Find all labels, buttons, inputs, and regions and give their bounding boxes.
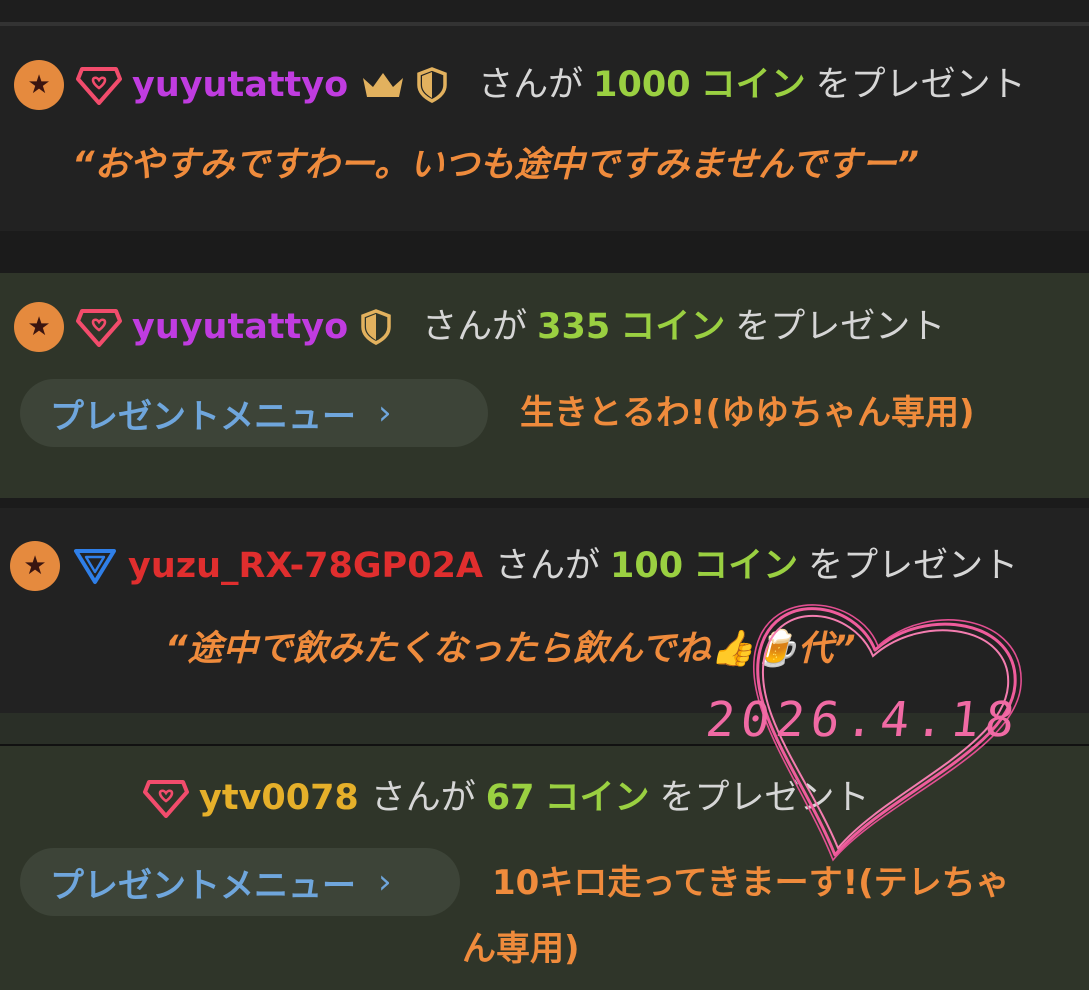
present-menu-label: プレゼントメニュー <box>50 396 356 437</box>
coin-unit: コイン <box>620 307 726 347</box>
previous-item-strip <box>0 0 1089 22</box>
coin-amount: 67 <box>485 778 535 818</box>
divider <box>0 498 1089 508</box>
heart-gem-icon <box>143 780 189 818</box>
gift-text-before: さんが <box>478 65 584 105</box>
coin-unit: コイン <box>544 778 650 818</box>
star-badge-icon: ★ <box>14 302 64 352</box>
present-menu-item-line2: ん専用) <box>462 929 580 969</box>
present-menu-label: プレゼントメニュー <box>50 865 356 906</box>
heart-gem-icon <box>76 309 122 347</box>
username[interactable]: yuyutattyo <box>132 307 348 347</box>
gift-text-before: さんが <box>495 546 601 586</box>
chevron-right-icon: › <box>378 862 392 902</box>
gift-message: “おやすみですわー。いつも途中ですみませんですー” <box>72 145 919 185</box>
gift-text-after: をプレゼント <box>735 307 946 347</box>
divider <box>0 231 1089 273</box>
present-menu-button[interactable]: プレゼントメニュー › <box>20 379 488 447</box>
gift-header: ★ yuyutattyo さんが 1000 コイン をプレゼント <box>14 60 1026 110</box>
username[interactable]: yuzu_RX-78GP02A <box>128 546 483 586</box>
chevron-right-icon: › <box>378 393 392 433</box>
username[interactable]: yuyutattyo <box>132 65 348 105</box>
gift-text-after: をプレゼント <box>815 65 1026 105</box>
crown-icon <box>363 73 404 97</box>
star-badge-icon: ★ <box>10 541 60 591</box>
heart-gem-icon <box>76 67 122 105</box>
gift-header: ★ yuyutattyo さんが 335 コイン をプレゼント <box>14 302 945 352</box>
star-badge-icon: ★ <box>14 60 64 110</box>
triangle-gem-icon <box>74 549 116 584</box>
coin-amount: 1000 <box>593 65 691 105</box>
shield-icon <box>417 67 447 103</box>
present-menu-button[interactable]: プレゼントメニュー › <box>20 848 460 916</box>
gift-item-2: ★ yuyutattyo さんが 335 コイン をプレゼント プレゼントメニュ… <box>0 273 1089 498</box>
gift-text-before: さんが <box>370 778 476 818</box>
username[interactable]: ytv0078 <box>199 778 359 818</box>
gift-item-1: ★ yuyutattyo さんが 1000 コイン をプレゼント “おやすみです… <box>0 26 1089 231</box>
date-stamp: 2026.4.18 <box>703 692 1024 748</box>
coin-unit: コイン <box>700 65 806 105</box>
coin-amount: 335 <box>537 307 611 347</box>
shield-icon <box>361 309 391 345</box>
present-menu-item: 生きとるわ!(ゆゆちゃん専用) <box>520 393 975 433</box>
coin-amount: 100 <box>610 546 684 586</box>
gift-text-before: さんが <box>422 307 528 347</box>
